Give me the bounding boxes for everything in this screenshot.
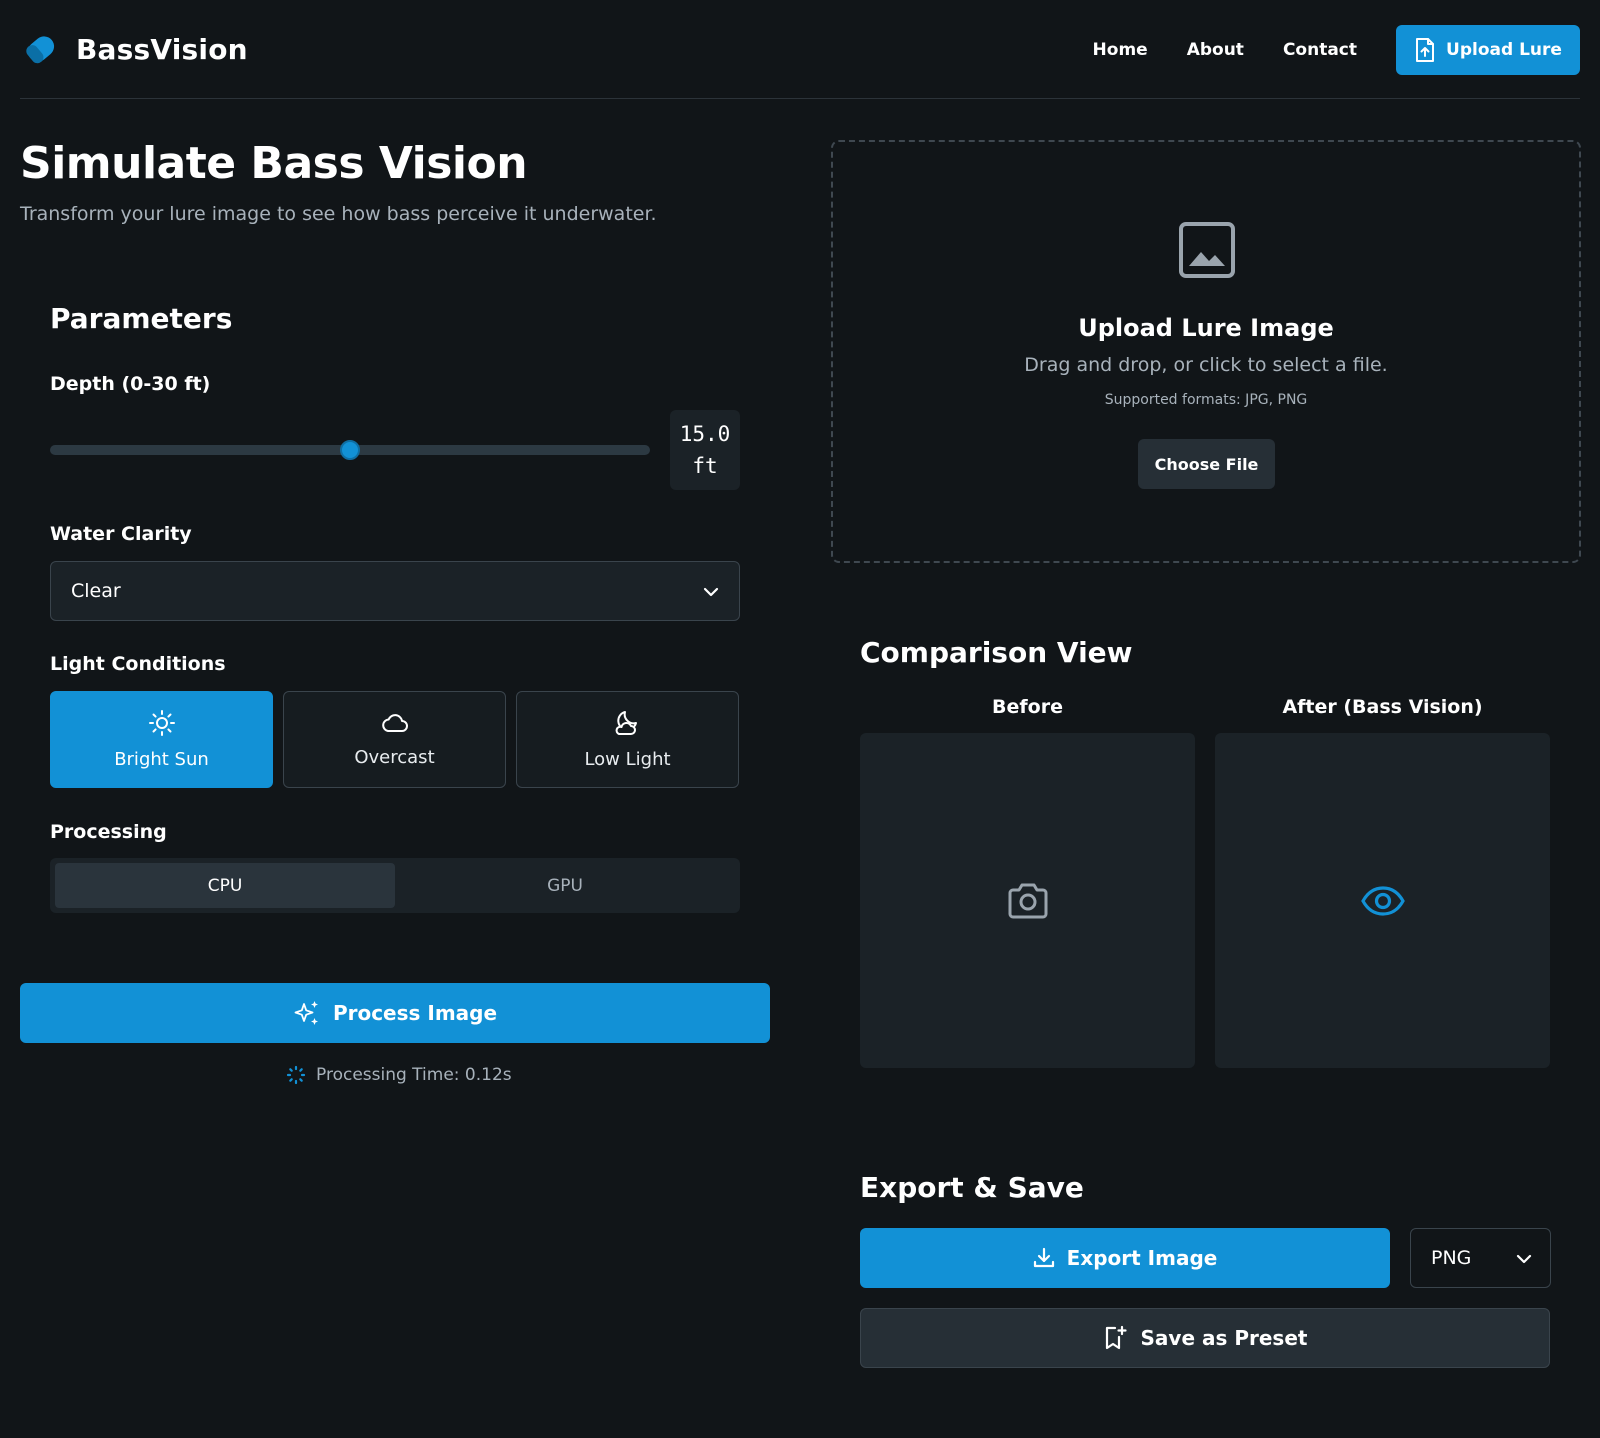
chevron-down-icon bbox=[1514, 1249, 1534, 1269]
moon-cloud-icon bbox=[613, 709, 643, 737]
bookmark-add-icon bbox=[1103, 1325, 1127, 1351]
processing-label: Processing bbox=[50, 821, 167, 843]
cloud-icon bbox=[380, 711, 410, 735]
page-title: Simulate Bass Vision bbox=[20, 138, 528, 189]
image-icon bbox=[1178, 221, 1236, 279]
export-format-select[interactable]: PNG bbox=[1410, 1228, 1551, 1288]
depth-unit: ft bbox=[692, 454, 718, 478]
processing-toggle: CPU GPU bbox=[50, 858, 740, 913]
lure-logo-icon bbox=[22, 30, 60, 68]
save-preset-label: Save as Preset bbox=[1140, 1326, 1308, 1350]
sun-icon bbox=[148, 709, 176, 737]
light-conditions-label: Light Conditions bbox=[50, 653, 226, 675]
brand[interactable]: BassVision bbox=[22, 30, 248, 68]
choose-file-button[interactable]: Choose File bbox=[1138, 439, 1275, 489]
file-upload-icon bbox=[1414, 37, 1436, 63]
light-option-low-light[interactable]: Low Light bbox=[516, 691, 739, 788]
brand-name: BassVision bbox=[76, 32, 248, 66]
nav-about[interactable]: About bbox=[1187, 40, 1244, 60]
camera-icon bbox=[1007, 882, 1049, 920]
chevron-down-icon bbox=[701, 582, 721, 602]
light-option-label: Low Light bbox=[584, 749, 671, 770]
water-clarity-value: Clear bbox=[71, 580, 121, 602]
upload-lure-label: Upload Lure bbox=[1446, 40, 1562, 60]
before-label: Before bbox=[992, 696, 1063, 718]
download-icon bbox=[1033, 1247, 1055, 1269]
water-clarity-select[interactable]: Clear bbox=[50, 561, 740, 621]
light-conditions-group: Bright Sun Overcast Low Light bbox=[50, 691, 739, 788]
parameters-title: Parameters bbox=[50, 302, 233, 335]
after-label: After (Bass Vision) bbox=[1282, 696, 1483, 718]
processing-time-text: Processing Time: 0.12s bbox=[316, 1065, 512, 1085]
after-image-panel bbox=[1215, 733, 1550, 1068]
depth-value: 15.0 bbox=[679, 422, 731, 446]
sparkles-icon bbox=[293, 999, 321, 1027]
export-title: Export & Save bbox=[860, 1171, 1084, 1204]
processing-time: Processing Time: 0.12s bbox=[286, 1065, 512, 1085]
export-image-label: Export Image bbox=[1066, 1246, 1218, 1270]
main-nav: Home About Contact Upload Lure bbox=[1093, 25, 1580, 75]
process-image-button[interactable]: Process Image bbox=[20, 983, 770, 1043]
light-option-label: Bright Sun bbox=[114, 749, 209, 770]
upload-lure-button[interactable]: Upload Lure bbox=[1396, 25, 1580, 75]
top-header: BassVision Home About Contact Upload Lur… bbox=[20, 0, 1580, 99]
before-image-panel bbox=[860, 733, 1195, 1068]
light-option-bright-sun[interactable]: Bright Sun bbox=[50, 691, 273, 788]
light-option-label: Overcast bbox=[354, 747, 435, 768]
depth-slider-thumb[interactable] bbox=[340, 440, 360, 460]
comparison-title: Comparison View bbox=[860, 636, 1133, 669]
light-option-overcast[interactable]: Overcast bbox=[283, 691, 506, 788]
nav-home[interactable]: Home bbox=[1093, 40, 1148, 60]
process-image-label: Process Image bbox=[332, 1001, 498, 1025]
spinner-icon bbox=[286, 1065, 306, 1085]
export-format-value: PNG bbox=[1431, 1247, 1472, 1269]
water-clarity-label: Water Clarity bbox=[50, 523, 192, 545]
depth-value-display: 15.0 ft bbox=[670, 410, 740, 490]
save-preset-button[interactable]: Save as Preset bbox=[860, 1308, 1550, 1368]
eye-icon bbox=[1360, 885, 1405, 917]
upload-dropzone[interactable]: Upload Lure Image Drag and drop, or clic… bbox=[831, 140, 1581, 563]
processing-option-gpu[interactable]: GPU bbox=[395, 863, 735, 908]
upload-subtitle: Drag and drop, or click to select a file… bbox=[1024, 354, 1388, 376]
page-subtitle: Transform your lure image to see how bas… bbox=[20, 203, 657, 225]
export-image-button[interactable]: Export Image bbox=[860, 1228, 1390, 1288]
supported-formats: Supported formats: JPG, PNG bbox=[1104, 392, 1308, 408]
upload-title: Upload Lure Image bbox=[1078, 314, 1334, 342]
depth-label: Depth (0-30 ft) bbox=[50, 373, 211, 395]
processing-option-cpu[interactable]: CPU bbox=[55, 863, 395, 908]
nav-contact[interactable]: Contact bbox=[1283, 40, 1357, 60]
